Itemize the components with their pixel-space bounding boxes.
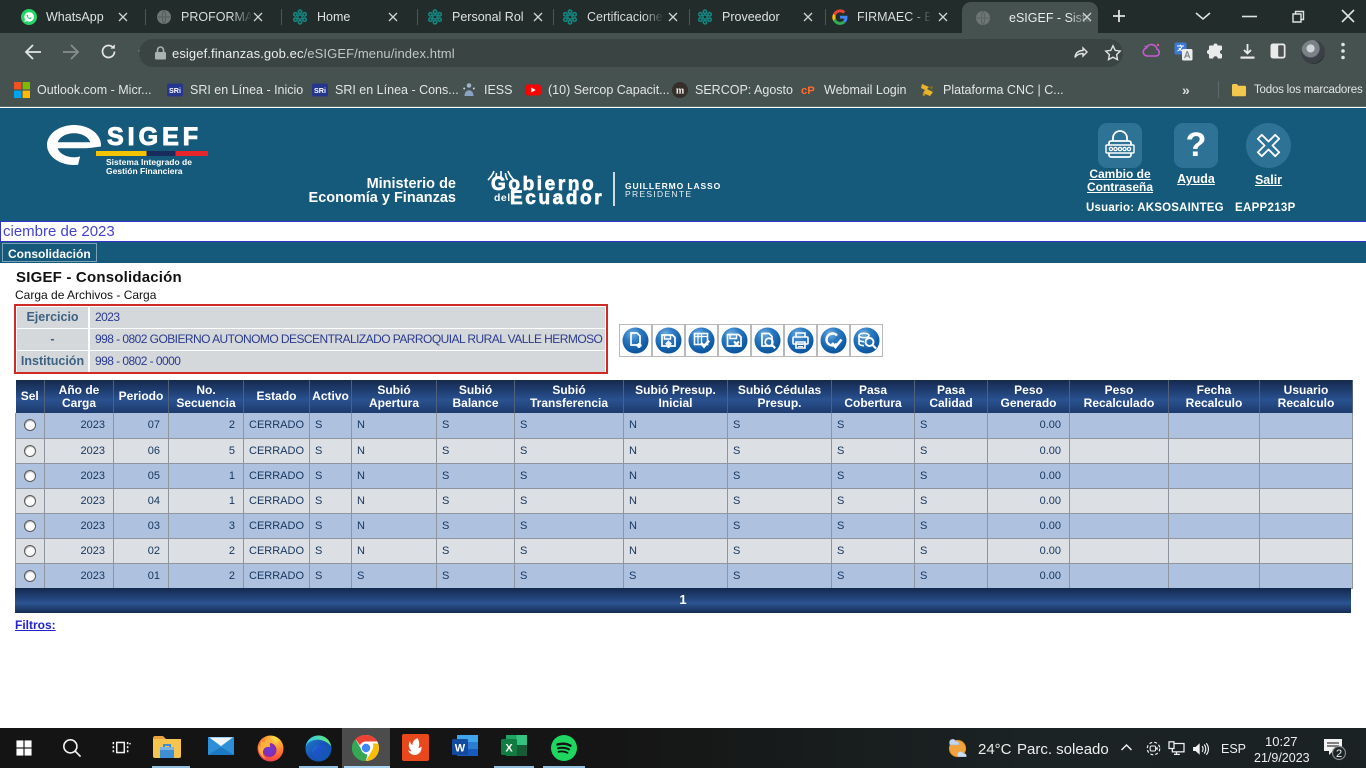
svg-text:m: m <box>676 85 685 96</box>
svg-text:SRi: SRi <box>169 85 181 94</box>
svg-text:SRi: SRi <box>314 85 326 94</box>
svg-text:2: 2 <box>1336 748 1342 760</box>
svg-text:X: X <box>505 743 513 755</box>
svg-text:W: W <box>455 743 466 755</box>
svg-text:cP: cP <box>801 85 815 97</box>
